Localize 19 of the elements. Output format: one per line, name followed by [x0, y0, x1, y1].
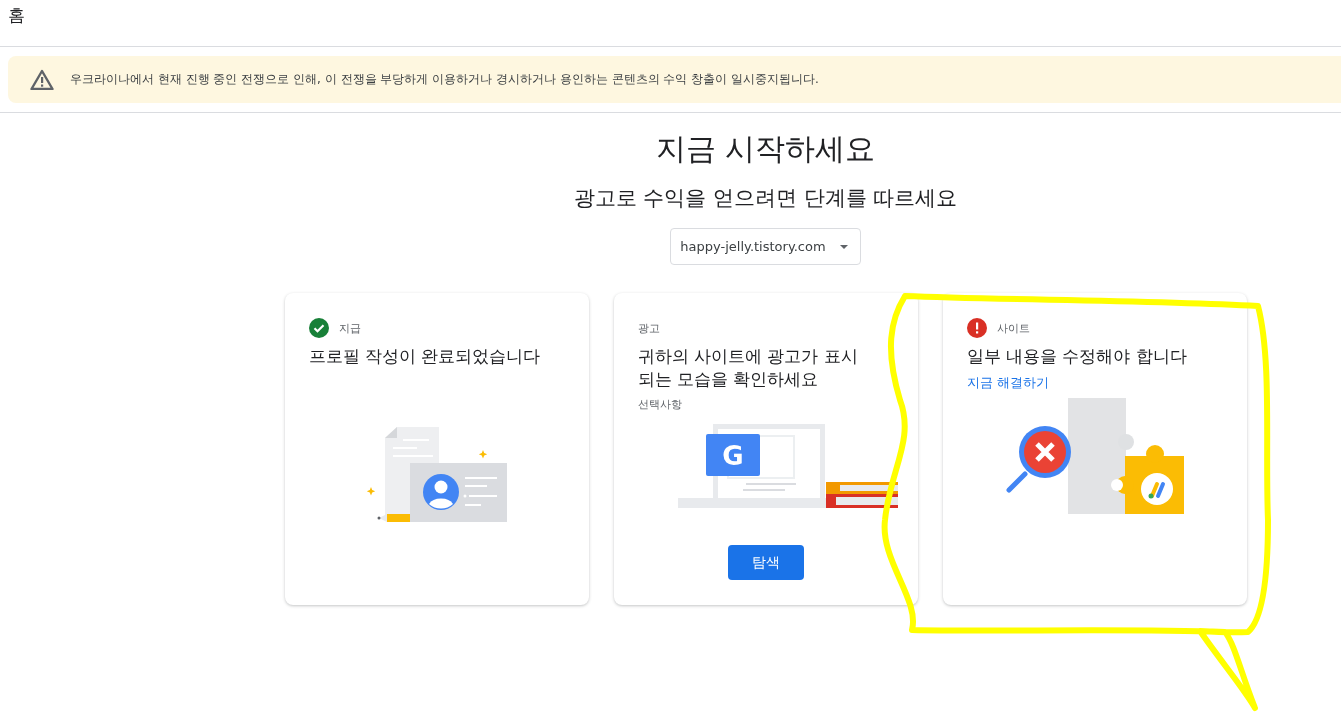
error-icon: [966, 318, 987, 338]
card-title: 일부 내용을 수정해야 합니다: [966, 345, 1188, 368]
page-heading: 지금 시작하세요: [655, 130, 876, 168]
card-category: 사이트: [996, 320, 1030, 336]
check-circle-icon: [308, 318, 329, 338]
fix-now-link[interactable]: 지금 해결하기: [966, 374, 1049, 392]
page-title: 홈: [8, 4, 25, 27]
explore-button[interactable]: 탐색: [727, 545, 804, 580]
card-title: 귀하의 사이트에 광고가 표시되는 모습을 확인하세요: [637, 345, 859, 391]
card-title: 프로필 작성이 완료되었습니다: [308, 345, 542, 368]
warning-icon: [30, 69, 54, 90]
card-category: 지급: [338, 320, 361, 336]
card-note: 선택사항: [637, 397, 683, 412]
site-dropdown[interactable]: happy-jelly.tistory.com: [670, 228, 861, 265]
notice-text: 우크라이나에서 현재 진행 중인 전쟁으로 인해, 이 전쟁을 부당하게 이용하거나 경시하거나 용인하는 콘텐츠의 수익 창출이 일시중지됩니다.: [70, 71, 819, 88]
card-category: 광고: [637, 320, 660, 336]
g-letter: G: [721, 441, 744, 471]
page-subheading: 광고로 수익을 얻으려면 단계를 따르세요: [573, 185, 958, 212]
caret-icon: [839, 244, 848, 249]
